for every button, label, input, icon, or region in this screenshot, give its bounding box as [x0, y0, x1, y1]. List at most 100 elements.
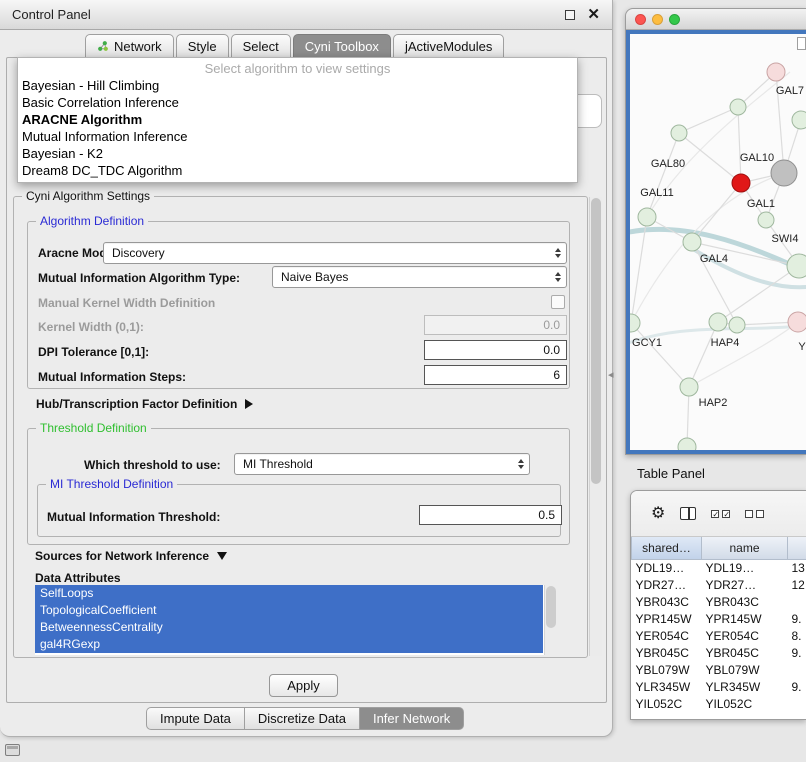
network-edge[interactable]	[647, 133, 679, 217]
column-header[interactable]: shared…	[632, 537, 702, 559]
control-panel-title: Control Panel	[12, 7, 91, 22]
table-panel-title: Table Panel	[637, 466, 705, 481]
tab-select[interactable]: Select	[231, 34, 291, 58]
network-node-hap2[interactable]	[680, 378, 698, 396]
tab-cyni-toolbox[interactable]: Cyni Toolbox	[293, 34, 391, 58]
network-node-gal80[interactable]	[671, 125, 687, 141]
network-node-gcy1[interactable]	[630, 314, 640, 332]
table-row[interactable]: YDL19…YDL19…13	[632, 559, 806, 576]
table-row[interactable]: YDR27…YDR27…12	[632, 576, 806, 593]
data-attribute-item[interactable]: gal4RGexp	[35, 636, 543, 653]
show-columns-icon[interactable]	[680, 507, 696, 520]
network-edge[interactable]	[692, 183, 741, 242]
mi-type-select[interactable]: Naive Bayes	[272, 266, 567, 288]
network-edge[interactable]	[679, 107, 738, 133]
column-header[interactable]: name	[702, 537, 788, 559]
algorithm-option[interactable]: Bayesian - K2	[18, 145, 577, 162]
close-icon[interactable]: ✕	[587, 10, 600, 20]
network-edge[interactable]	[738, 107, 741, 183]
algorithm-option[interactable]: Bayesian - Hill Climbing	[18, 77, 577, 94]
canvas-scrollbar-button[interactable]	[797, 37, 806, 50]
table-row[interactable]: YLR345WYLR345W9.	[632, 678, 806, 695]
network-node-gal11[interactable]	[638, 208, 656, 226]
data-attribute-item[interactable]: BetweennessCentrality	[35, 619, 543, 636]
aracne-mode-value: Discovery	[112, 246, 165, 260]
sources-section-toggle[interactable]: Sources for Network Inference	[35, 549, 227, 563]
tab-style[interactable]: Style	[176, 34, 229, 58]
algorithm-option[interactable]: Mutual Information Inference	[18, 128, 577, 145]
network-node-bottom1[interactable]	[678, 438, 696, 452]
column-header[interactable]	[788, 537, 806, 559]
checked-box-icon: ✓	[722, 510, 730, 518]
algorithm-option[interactable]: ARACNE Algorithm	[18, 111, 577, 128]
which-threshold-value: MI Threshold	[243, 457, 313, 471]
deselect-all-columns-icon[interactable]	[745, 510, 764, 518]
table-row[interactable]: YIL052CYIL052C	[632, 695, 806, 712]
zoom-traffic-light[interactable]	[669, 14, 680, 25]
network-node-pink_top[interactable]	[767, 63, 785, 81]
hub-factor-label: Hub/Transcription Factor Definition	[36, 397, 237, 411]
which-threshold-select[interactable]: MI Threshold	[234, 453, 530, 475]
network-node-gal10[interactable]	[771, 160, 797, 186]
close-traffic-light[interactable]	[635, 14, 646, 25]
bottom-tab-impute-data[interactable]: Impute Data	[146, 707, 244, 730]
manual-kernel-checkbox[interactable]	[551, 295, 565, 309]
float-window-icon[interactable]	[565, 10, 575, 20]
network-node-red1[interactable]	[732, 174, 750, 192]
table-row[interactable]: YPR145WYPR145W9.	[632, 610, 806, 627]
sources-label: Sources for Network Inference	[35, 549, 209, 563]
table-cell: 9.	[788, 644, 806, 661]
mi-threshold-input[interactable]	[419, 505, 562, 525]
attributes-scrollbar-thumb[interactable]	[546, 586, 556, 628]
expanded-arrow-icon	[217, 552, 227, 560]
network-node-hap4[interactable]	[709, 313, 727, 331]
table-panel-window: ⚙ ✓ ✓ shared…name YDL19…YDL19…13YDR27…YD…	[630, 490, 806, 720]
data-attribute-item[interactable]: TopologicalCoefficient	[35, 602, 543, 619]
network-window-titlebar	[626, 9, 806, 30]
network-node-gtop[interactable]	[792, 111, 806, 129]
mi-steps-input[interactable]	[424, 365, 567, 385]
table-row[interactable]: YBL079WYBL079W	[632, 661, 806, 678]
dpi-tolerance-input[interactable]	[424, 340, 567, 360]
tab-jactivemodules[interactable]: jActiveModules	[393, 34, 504, 58]
settings-scrollbar-thumb[interactable]	[591, 198, 601, 484]
bottom-tab-infer-network[interactable]: Infer Network	[359, 707, 464, 730]
network-node-g1[interactable]	[730, 99, 746, 115]
table-cell: YIL052C	[702, 695, 788, 712]
splitter-handle[interactable]: ◂	[608, 368, 614, 381]
data-attribute-item[interactable]: SelfLoops	[35, 585, 543, 602]
restore-panel-icon[interactable]	[5, 744, 20, 756]
node-label: SWI4	[772, 233, 799, 245]
attributes-scrollbar[interactable]	[544, 585, 557, 655]
network-node-gal1[interactable]	[758, 212, 774, 228]
network-canvas[interactable]: GAL7GAL80GAL10GAL11GAL1SWI4GAL4GCY1HAP4Y…	[626, 30, 806, 454]
table-row[interactable]: YBR045CYBR045C9.	[632, 644, 806, 661]
minimize-traffic-light[interactable]	[652, 14, 663, 25]
hub-factor-section-toggle[interactable]: Hub/Transcription Factor Definition	[36, 397, 253, 411]
data-attributes-label: Data Attributes	[35, 571, 121, 585]
apply-button[interactable]: Apply	[269, 674, 338, 697]
network-node-bigright[interactable]	[787, 254, 806, 278]
table-row[interactable]: YBR043CYBR043C	[632, 593, 806, 610]
table-cell: YIL052C	[632, 695, 702, 712]
aracne-mode-select[interactable]: Discovery	[103, 242, 567, 264]
table-cell: 8.	[788, 627, 806, 644]
bottom-tab-bar: Impute DataDiscretize DataInfer Network	[146, 707, 464, 730]
table-row[interactable]: YER054CYER054C8.	[632, 627, 806, 644]
network-node-mid[interactable]	[729, 317, 745, 333]
titlebar-icons: ✕	[565, 10, 600, 20]
select-all-columns-icon[interactable]: ✓ ✓	[711, 510, 730, 518]
algorithm-option[interactable]: Dream8 DC_TDC Algorithm	[18, 162, 577, 179]
bottom-tab-discretize-data[interactable]: Discretize Data	[244, 707, 359, 730]
tab-network[interactable]: Network	[85, 34, 174, 58]
network-node-gal4[interactable]	[683, 233, 701, 251]
network-edge[interactable]	[718, 266, 799, 322]
collapsed-arrow-icon	[245, 399, 253, 409]
algorithm-option[interactable]: Basic Correlation Inference	[18, 94, 577, 111]
network-node-pinkright[interactable]	[788, 312, 806, 332]
settings-scrollbar[interactable]	[589, 197, 602, 656]
node-label: HAP2	[699, 397, 728, 409]
cyni-settings-title: Cyni Algorithm Settings	[22, 189, 154, 203]
table-cell: YBR045C	[632, 644, 702, 661]
table-settings-gear-icon[interactable]: ⚙	[651, 506, 665, 522]
